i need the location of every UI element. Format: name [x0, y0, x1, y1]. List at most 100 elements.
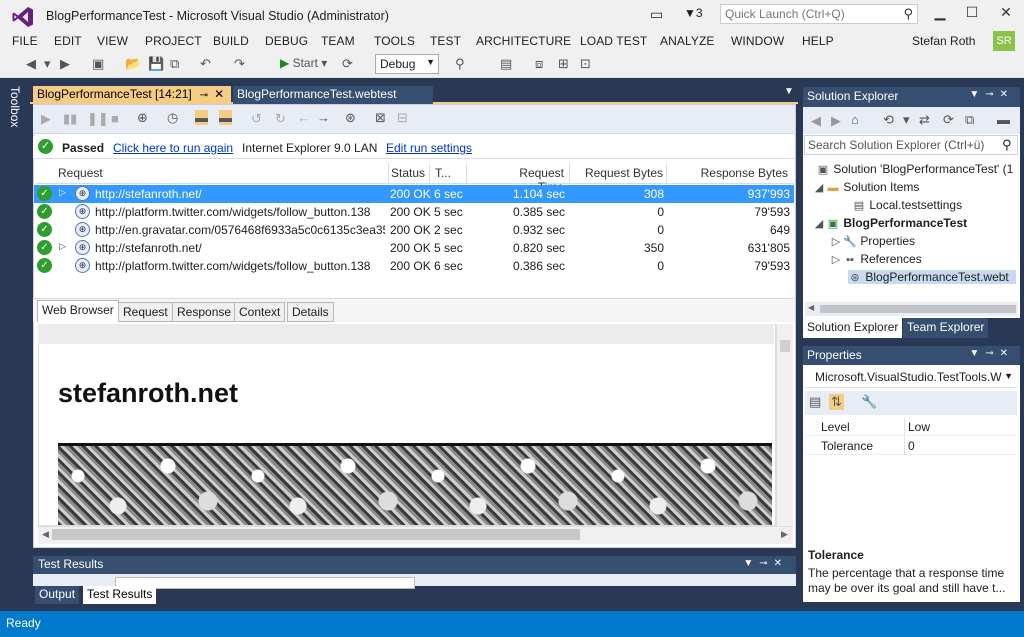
tab-output[interactable]: Output — [35, 586, 80, 604]
extract-icon[interactable]: ⊟ — [397, 110, 408, 126]
dropdown-icon[interactable]: ▾ — [903, 112, 910, 128]
alphabetical-icon[interactable]: ⇅ — [829, 394, 844, 410]
feedback-filter-icon[interactable]: ▼3 — [684, 6, 703, 20]
properties-object-select[interactable]: Microsoft.VisualStudio.TestTools.W ▼ — [805, 368, 1017, 388]
property-row[interactable]: Level Low — [806, 418, 1016, 436]
panel-controls-icon[interactable]: ▼⊸✕ — [743, 558, 788, 569]
menu-file[interactable]: FILE — [12, 34, 38, 48]
tree-item-references[interactable]: ▷ ▪▪ References — [829, 252, 922, 266]
forward-back-icon[interactable]: ↺ — [251, 111, 262, 127]
comment-icon[interactable]: ⊡ — [580, 56, 591, 72]
quick-launch-input[interactable]: Quick Launch (Ctrl+Q) ⚲ — [720, 4, 918, 24]
find-icon[interactable]: ⚲ — [455, 56, 465, 72]
properties-icon[interactable]: ▬ — [997, 112, 1010, 127]
sync-icon[interactable]: ⇄ — [919, 112, 930, 128]
property-row[interactable]: Tolerance 0 — [806, 437, 1016, 455]
col-request-bytes[interactable]: Request Bytes — [576, 166, 663, 180]
scroll-thumb[interactable] — [52, 529, 580, 540]
table-row[interactable]: ✓ ▷ ⊕ http://stefanroth.net/ 200 OK 6 se… — [34, 185, 794, 203]
menu-team[interactable]: TEAM — [321, 34, 355, 48]
layout-icon[interactable]: ⊞ — [558, 56, 569, 72]
col-status[interactable]: Status — [391, 166, 425, 180]
vertical-scrollbar[interactable] — [776, 324, 793, 526]
scroll-left-icon[interactable]: ◀ — [808, 303, 814, 312]
panel-controls-icon[interactable]: ▼⊸✕ — [969, 89, 1014, 100]
table-row[interactable]: ✓ ⊕ http://en.gravatar.com/0576468f6933a… — [34, 221, 794, 239]
tree-item-project[interactable]: ◢ ▣ BlogPerformanceTest — [812, 216, 967, 230]
save-icon[interactable]: 💾 — [148, 56, 164, 72]
close-icon[interactable]: ✕ — [214, 87, 224, 101]
expanded-arrow-icon[interactable]: ◢ — [812, 181, 826, 194]
arrow-right-icon[interactable]: → — [317, 110, 330, 125]
expanded-arrow-icon[interactable]: ◢ — [812, 217, 826, 230]
notification-icon[interactable]: ▭ — [650, 6, 663, 23]
tab-team-explorer[interactable]: Team Explorer — [903, 318, 989, 338]
maximize-button[interactable]: ☐ — [960, 4, 984, 24]
start-button[interactable]: ▶ Start ▾ — [280, 56, 327, 70]
redo-icon[interactable]: ↷ — [234, 56, 245, 72]
expand-icon[interactable]: ▷ — [59, 241, 66, 252]
document-icon[interactable]: ▤ — [500, 56, 512, 72]
menu-help[interactable]: HELP — [802, 34, 834, 48]
close-button[interactable]: ✕ — [994, 4, 1018, 24]
table-row[interactable]: ✓ ▷ ⊕ http://stefanroth.net/ 200 OK 5 se… — [34, 239, 794, 257]
forward-icon[interactable]: ▶ — [831, 113, 841, 129]
window-icon[interactable]: ⧈ — [535, 56, 543, 72]
solution-configuration-select[interactable]: Debug ▼ — [375, 54, 439, 74]
open-file-icon[interactable]: 📂 — [125, 56, 141, 72]
save-all-icon[interactable]: ⧉ — [170, 56, 179, 72]
property-value[interactable]: Low — [908, 420, 930, 434]
pause-icon[interactable]: ❚❚ — [87, 111, 109, 127]
tree-item-properties[interactable]: ▷ 🔧 Properties — [829, 234, 915, 248]
tab-webtest[interactable]: BlogPerformanceTest.webtest — [233, 86, 433, 104]
pin-icon[interactable]: ⊸ — [200, 90, 208, 101]
arrow-left-icon[interactable]: ← — [297, 110, 310, 125]
table-row[interactable]: ✓ ⊕ http://platform.twitter.com/widgets/… — [34, 257, 794, 275]
parameterize-icon[interactable]: ⊠ — [375, 110, 386, 126]
menu-load-test[interactable]: LOAD TEST — [580, 34, 647, 48]
edit-run-settings-link[interactable]: Edit run settings — [386, 141, 472, 155]
tree-item-solution-items[interactable]: ◢ ▬ Solution Items — [812, 180, 920, 194]
solution-search-input[interactable]: Search Solution Explorer (Ctrl+ü) — [804, 135, 1018, 155]
run-again-link[interactable]: Click here to run again — [113, 141, 233, 155]
clock-icon[interactable]: ◷ — [167, 110, 178, 126]
run-test-icon[interactable]: ▶ — [41, 111, 51, 127]
categorized-icon[interactable]: ▤ — [809, 394, 821, 410]
home-icon[interactable]: ⌂ — [851, 112, 859, 127]
collapsed-arrow-icon[interactable]: ▷ — [829, 235, 843, 248]
minimize-button[interactable]: ▁ — [928, 4, 952, 24]
folder-icon[interactable]: ▬ — [195, 110, 208, 125]
tree-item-solution[interactable]: ▣ Solution 'BlogPerformanceTest' (1 — [816, 162, 1014, 176]
panel-controls-icon[interactable]: ▼⊸✕ — [969, 348, 1014, 359]
refresh-icon[interactable]: ⟳ — [943, 112, 954, 128]
menu-debug[interactable]: DEBUG — [265, 34, 308, 48]
tab-details[interactable]: Details — [287, 302, 334, 322]
property-value[interactable]: 0 — [908, 439, 915, 453]
menu-project[interactable]: PROJECT — [145, 34, 202, 48]
menu-view[interactable]: VIEW — [97, 34, 128, 48]
step-icon[interactable]: ▮▮ — [63, 111, 77, 127]
scroll-thumb[interactable] — [820, 305, 1016, 313]
test-results-search-input[interactable] — [115, 577, 415, 589]
col-time-taken[interactable]: T... — [435, 166, 451, 180]
scroll-right-icon[interactable]: ▶ — [781, 529, 788, 540]
history-icon[interactable]: ⟲ — [883, 112, 894, 128]
tree-item-webtest[interactable]: ⊛ BlogPerformanceTest.webt — [848, 270, 1016, 284]
tab-context[interactable]: Context — [234, 302, 286, 322]
forward-icon[interactable]: ▶ — [60, 56, 70, 72]
scroll-left-icon[interactable]: ◀ — [42, 529, 49, 540]
back-icon[interactable]: ◀ — [26, 56, 36, 72]
new-project-icon[interactable]: ▣ — [92, 56, 104, 72]
menu-build[interactable]: BUILD — [213, 34, 249, 48]
tab-response[interactable]: Response — [172, 302, 237, 322]
stop-icon[interactable]: ■ — [111, 111, 119, 126]
tab-solution-explorer[interactable]: Solution Explorer — [803, 318, 903, 338]
collapsed-arrow-icon[interactable]: ▷ — [829, 253, 843, 266]
col-request[interactable]: Request — [58, 166, 103, 180]
menu-window[interactable]: WINDOW — [731, 34, 784, 48]
undo-icon[interactable]: ↶ — [200, 56, 211, 72]
expand-icon[interactable]: ▷ — [59, 187, 66, 198]
forward-icon[interactable]: ↻ — [275, 111, 286, 127]
tree-item-local-testsettings[interactable]: ▤ Local.testsettings — [852, 198, 962, 212]
menu-tools[interactable]: TOOLS — [374, 34, 415, 48]
